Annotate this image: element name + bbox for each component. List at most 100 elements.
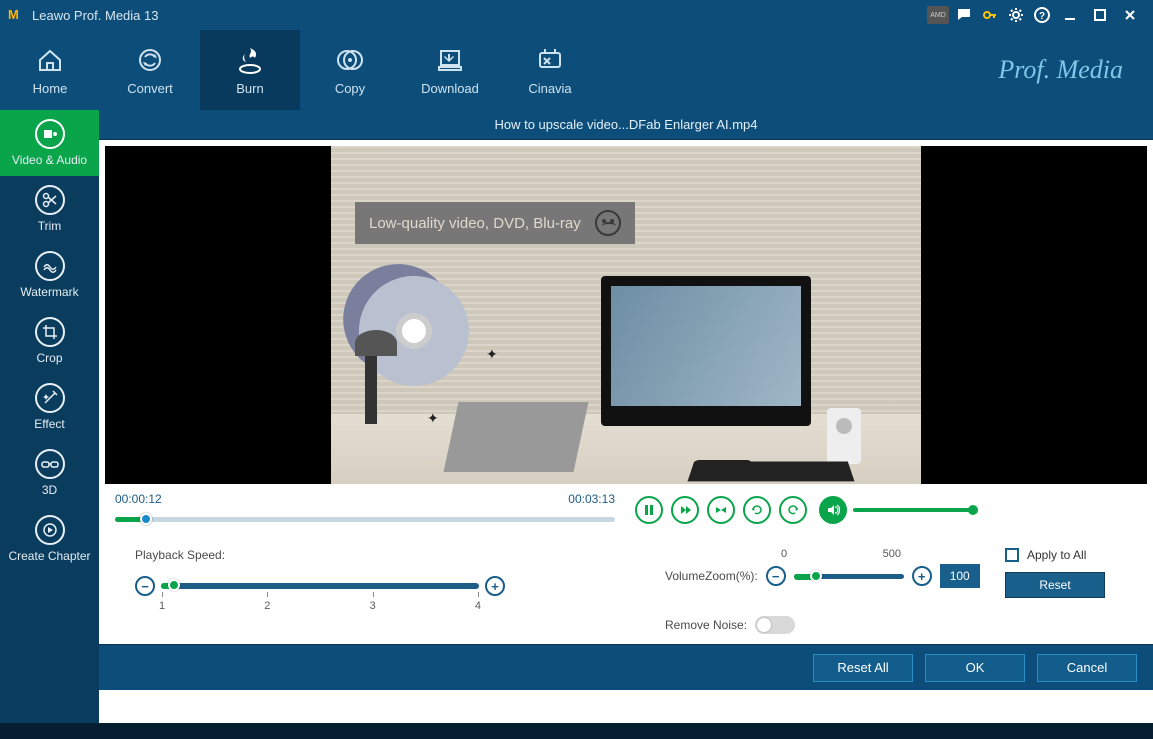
- sidebar-label: Watermark: [20, 285, 78, 299]
- apply-all-label: Apply to All: [1027, 548, 1086, 562]
- bottom-strip: [0, 723, 1153, 739]
- brand: Prof. Media: [998, 30, 1123, 110]
- svg-text:?: ?: [1039, 11, 1045, 22]
- maximize-button[interactable]: [1085, 0, 1115, 30]
- sidebar-item-crop[interactable]: Crop: [0, 308, 99, 374]
- crop-icon: [35, 317, 65, 347]
- editor-sidebar: Video & Audio Trim Watermark Crop Effect…: [0, 110, 99, 739]
- video-caption-overlay: Low-quality video, DVD, Blu-ray: [355, 202, 635, 244]
- nav-cinavia-label: Cinavia: [528, 81, 571, 96]
- gear-icon[interactable]: [1003, 2, 1029, 28]
- sidebar-item-video-audio[interactable]: Video & Audio: [0, 110, 99, 176]
- cinavia-icon: [532, 45, 568, 75]
- playback-speed-slider[interactable]: [161, 583, 479, 589]
- rotate-cw-button[interactable]: [743, 496, 771, 524]
- sidebar-label: Trim: [38, 219, 62, 233]
- sidebar-label: Crop: [36, 351, 62, 365]
- convert-icon: [132, 45, 168, 75]
- nav-burn-label: Burn: [236, 81, 263, 96]
- dialog-footer: Reset All OK Cancel: [99, 644, 1153, 690]
- remove-noise-label: Remove Noise:: [665, 618, 747, 632]
- titlebar: M Leawo Prof. Media 13 AMD ?: [0, 0, 1153, 30]
- video-audio-icon: [35, 119, 65, 149]
- tick-label: 4: [475, 600, 481, 612]
- cancel-button[interactable]: Cancel: [1037, 654, 1137, 682]
- remove-noise-toggle[interactable]: [755, 616, 795, 634]
- burn-icon: [232, 45, 268, 75]
- playback-speed-plus[interactable]: +: [485, 576, 505, 596]
- nav-cinavia[interactable]: Cinavia: [500, 30, 600, 110]
- nav-home[interactable]: Home: [0, 30, 100, 110]
- brand-text: Prof. Media: [998, 55, 1123, 85]
- volumezoom-plus[interactable]: +: [912, 566, 932, 586]
- screenshot-button[interactable]: [707, 496, 735, 524]
- next-frame-button[interactable]: [671, 496, 699, 524]
- playback-speed-label: Playback Speed:: [135, 548, 505, 562]
- main-nav: Home Convert Burn Copy Download Cinavia …: [0, 30, 1153, 110]
- apply-all-checkbox[interactable]: [1005, 548, 1019, 562]
- reset-all-button[interactable]: Reset All: [813, 654, 913, 682]
- monitor-graphic: [601, 276, 811, 426]
- player-controls: 00:00:12 00:03:13: [99, 484, 1153, 526]
- apply-all-row[interactable]: Apply to All: [1005, 548, 1086, 562]
- tick-label: 1: [159, 600, 165, 612]
- sidebar-label: Effect: [34, 417, 64, 431]
- reset-button[interactable]: Reset: [1005, 572, 1105, 598]
- close-button[interactable]: [1115, 0, 1145, 30]
- minimize-button[interactable]: [1055, 0, 1085, 30]
- time-current: 00:00:12: [115, 492, 162, 506]
- nav-home-label: Home: [33, 81, 68, 96]
- playback-speed-minus[interactable]: −: [135, 576, 155, 596]
- home-icon: [32, 45, 68, 75]
- tick-label: 2: [264, 600, 270, 612]
- nav-convert[interactable]: Convert: [100, 30, 200, 110]
- app-title: Leawo Prof. Media 13: [32, 8, 158, 23]
- nav-download-label: Download: [421, 81, 479, 96]
- sidebar-item-trim[interactable]: Trim: [0, 176, 99, 242]
- download-icon: [432, 45, 468, 75]
- video-caption-text: Low-quality video, DVD, Blu-ray: [369, 215, 581, 232]
- volumezoom-min: 0: [781, 548, 787, 562]
- watermark-icon: [35, 251, 65, 281]
- video-frame: Low-quality video, DVD, Blu-ray ✦ ✦: [331, 146, 921, 484]
- playback-speed-ticks: 1 2 3 4: [159, 600, 481, 612]
- nav-download[interactable]: Download: [400, 30, 500, 110]
- chapter-icon: [35, 515, 65, 545]
- nav-copy[interactable]: Copy: [300, 30, 400, 110]
- volume-icon[interactable]: [819, 496, 847, 524]
- volumezoom-minus[interactable]: −: [766, 566, 786, 586]
- amd-badge-icon: AMD: [925, 2, 951, 28]
- sidebar-item-create-chapter[interactable]: Create Chapter: [0, 506, 99, 572]
- sidebar-label: 3D: [42, 483, 57, 497]
- volumezoom-group: 0 500 VolumeZoom(%): − + 100 Remove Nois…: [665, 548, 1005, 634]
- video-preview[interactable]: Low-quality video, DVD, Blu-ray ✦ ✦: [105, 146, 1147, 484]
- file-title: How to upscale video...DFab Enlarger AI.…: [99, 110, 1153, 140]
- sidebar-label: Create Chapter: [8, 549, 90, 563]
- volumezoom-label: VolumeZoom(%):: [665, 569, 758, 583]
- sidebar-label: Video & Audio: [12, 153, 87, 167]
- scissors-icon: [35, 185, 65, 215]
- volumezoom-value[interactable]: 100: [940, 564, 980, 588]
- nav-burn[interactable]: Burn: [200, 30, 300, 110]
- volumezoom-slider[interactable]: [794, 574, 904, 579]
- seek-slider[interactable]: [115, 512, 615, 526]
- volumezoom-max: 500: [883, 548, 901, 562]
- effect-icon: [35, 383, 65, 413]
- help-icon[interactable]: ?: [1029, 2, 1055, 28]
- playback-speed-group: Playback Speed: − + 1 2 3 4: [135, 548, 505, 612]
- nav-convert-label: Convert: [127, 81, 173, 96]
- ok-button[interactable]: OK: [925, 654, 1025, 682]
- chat-icon[interactable]: [951, 2, 977, 28]
- rotate-ccw-button[interactable]: [779, 496, 807, 524]
- key-icon[interactable]: [977, 2, 1003, 28]
- sidebar-item-3d[interactable]: 3D: [0, 440, 99, 506]
- app-logo-icon: M: [8, 7, 24, 23]
- tick-label: 3: [370, 600, 376, 612]
- volume-slider[interactable]: [853, 508, 973, 512]
- editor-content: How to upscale video...DFab Enlarger AI.…: [99, 110, 1153, 739]
- copy-icon: [332, 45, 368, 75]
- glasses-3d-icon: [35, 449, 65, 479]
- sidebar-item-effect[interactable]: Effect: [0, 374, 99, 440]
- pause-button[interactable]: [635, 496, 663, 524]
- sidebar-item-watermark[interactable]: Watermark: [0, 242, 99, 308]
